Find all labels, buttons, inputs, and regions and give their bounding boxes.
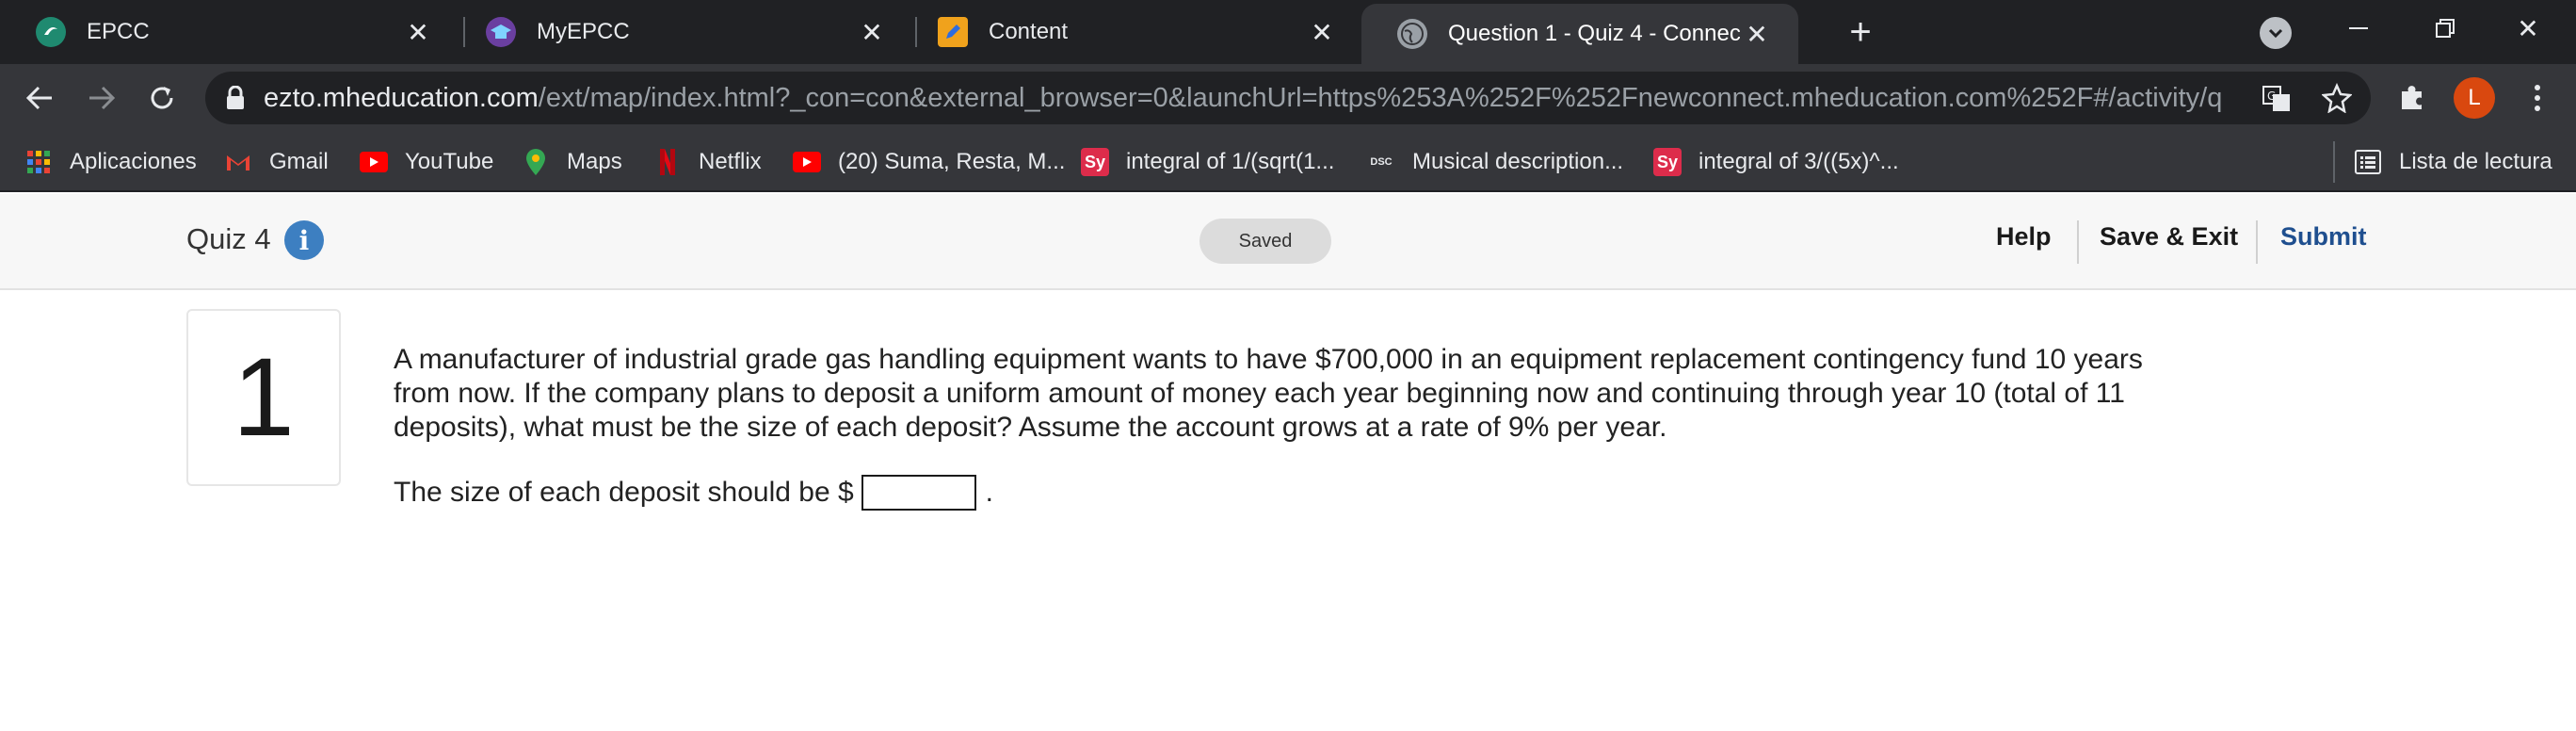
close-tab-icon[interactable]: ✕ <box>401 15 435 49</box>
browser-menu-icon[interactable] <box>2523 77 2552 119</box>
bookmark-label: Musical description... <box>1412 149 1624 174</box>
tab-title: Content <box>989 19 1069 44</box>
bookmarks-bar: Aplicaciones Gmail YouTube Maps Netflix … <box>0 132 2576 192</box>
info-icon[interactable]: i <box>284 220 324 260</box>
bookmark-suma-resta[interactable]: (20) Suma, Resta, M... <box>793 132 1065 192</box>
tab-question-1[interactable]: Question 1 - Quiz 4 - Connect ✕ <box>1361 4 1798 64</box>
close-tab-icon[interactable]: ✕ <box>855 15 889 49</box>
minimize-icon[interactable] <box>2335 8 2382 49</box>
reload-icon[interactable] <box>143 79 181 117</box>
bookmark-gmail[interactable]: Gmail <box>224 132 329 192</box>
svg-text:G: G <box>2267 89 2276 103</box>
bookmark-label: integral of 1/(sqrt(1... <box>1126 149 1335 174</box>
url-text[interactable]: ezto.mheducation.com/ext/map/index.html?… <box>264 83 2222 114</box>
lock-icon[interactable] <box>226 85 245 110</box>
maps-pin-icon <box>522 148 550 176</box>
quiz-header: Quiz 4 i Saved Help Save & Exit Submit <box>0 194 2576 290</box>
tab-myepcc[interactable]: MyEPCC ✕ <box>450 0 913 64</box>
address-bar[interactable]: ezto.mheducation.com/ext/map/index.html?… <box>205 72 2371 124</box>
extensions-puzzle-icon[interactable] <box>2395 81 2429 115</box>
tab-epcc[interactable]: EPCC ✕ <box>0 0 459 64</box>
tab-title: EPCC <box>87 19 150 44</box>
bookmark-netflix[interactable]: Netflix <box>653 132 762 192</box>
question-number: 1 <box>186 309 341 486</box>
new-tab-icon[interactable]: + <box>1840 11 1881 53</box>
bookmark-label: Aplicaciones <box>70 149 197 174</box>
quiz-title: Quiz 4 <box>186 222 271 255</box>
deposit-answer-input[interactable] <box>861 475 976 511</box>
tab-title: Question 1 - Quiz 4 - Connect <box>1448 21 1740 46</box>
bookmark-integral-1[interactable]: Sy integral of 1/(sqrt(1... <box>1081 132 1334 192</box>
symbolab-icon: Sy <box>1081 148 1109 176</box>
url-path: /ext/map/index.html?_con=con&external_br… <box>538 82 2222 113</box>
symbolab-icon: Sy <box>1653 148 1682 176</box>
youtube-icon <box>793 152 821 172</box>
bookmark-star-icon[interactable] <box>2320 81 2354 115</box>
tab-title: MyEPCC <box>537 19 630 44</box>
browser-toolbar: ezto.mheducation.com/ext/map/index.html?… <box>0 64 2576 132</box>
bookmark-label: YouTube <box>405 149 494 174</box>
answer-prompt: The size of each deposit should be $ <box>394 477 854 508</box>
reading-list-button[interactable]: Lista de lectura <box>2354 132 2552 192</box>
close-window-icon[interactable]: ✕ <box>2504 8 2552 49</box>
bookmark-maps[interactable]: Maps <box>522 132 622 192</box>
tab-content[interactable]: Content ✕ <box>902 0 1363 64</box>
pencil-icon <box>938 17 968 47</box>
bookmark-label: Maps <box>567 149 622 174</box>
save-exit-button[interactable]: Save & Exit <box>2100 222 2238 252</box>
bookmark-label: (20) Suma, Resta, M... <box>838 149 1066 174</box>
bookmark-musical-description[interactable]: DSC Musical description... <box>1367 132 1623 192</box>
close-tab-icon[interactable]: ✕ <box>1305 15 1339 49</box>
saved-status-badge: Saved <box>1199 219 1331 264</box>
globe-icon <box>1397 19 1427 49</box>
question-text: A manufacturer of industrial grade gas h… <box>394 344 2143 443</box>
restore-icon[interactable] <box>2422 8 2469 49</box>
help-button[interactable]: Help <box>1996 222 2052 252</box>
epcc-favicon-icon <box>36 17 66 47</box>
bookmarks-divider <box>2333 141 2335 183</box>
netflix-icon <box>653 148 682 176</box>
answer-row: The size of each deposit should be $ . <box>394 475 993 511</box>
answer-suffix: . <box>985 477 994 508</box>
reading-list-icon <box>2354 148 2382 176</box>
graduation-cap-icon <box>486 17 516 47</box>
bookmark-label: Netflix <box>699 149 762 174</box>
close-tab-icon[interactable]: ✕ <box>1740 17 1774 51</box>
bookmark-youtube[interactable]: YouTube <box>360 132 493 192</box>
gmail-icon <box>224 148 252 176</box>
profile-avatar[interactable]: L <box>2454 77 2495 119</box>
translate-icon[interactable]: G <box>2260 81 2294 115</box>
apps-grid-icon <box>24 148 53 176</box>
bookmark-label: integral of 3/((5x)^... <box>1699 149 1899 174</box>
back-arrow-icon[interactable] <box>21 79 58 117</box>
tab-search-icon[interactable] <box>2260 17 2292 49</box>
forward-arrow-icon[interactable] <box>83 79 121 117</box>
reading-list-label: Lista de lectura <box>2399 149 2552 174</box>
header-divider <box>2077 220 2079 264</box>
header-divider <box>2256 220 2258 264</box>
url-host: ezto.mheducation.com <box>264 82 539 113</box>
youtube-icon <box>360 152 388 172</box>
bookmark-integral-3[interactable]: Sy integral of 3/((5x)^... <box>1653 132 1899 192</box>
dsc-icon: DSC <box>1370 156 1393 168</box>
submit-button[interactable]: Submit <box>2280 222 2367 252</box>
bookmark-label: Gmail <box>269 149 329 174</box>
bookmark-apps[interactable]: Aplicaciones <box>24 132 197 192</box>
tab-strip: EPCC ✕ MyEPCC ✕ Content ✕ Question 1 - Q… <box>0 0 2576 64</box>
